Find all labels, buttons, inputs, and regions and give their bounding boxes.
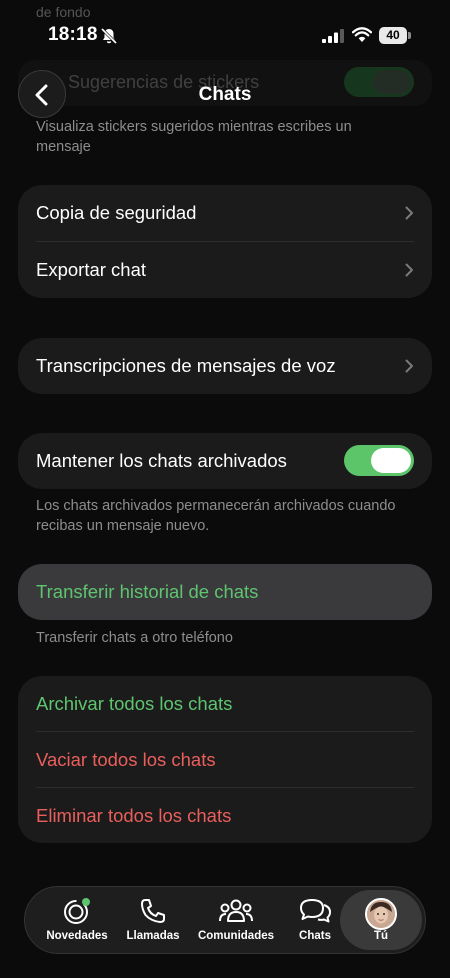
transfer-history-card: Transferir historial de chats: [18, 564, 432, 620]
delete-all-label: Eliminar todos los chats: [36, 805, 232, 826]
page-title: Chats: [198, 84, 252, 105]
silent-bell-icon: [100, 27, 118, 45]
chat-actions-card: Archivar todos los chats Vaciar todos lo…: [18, 676, 432, 843]
clear-all-label: Vaciar todos los chats: [36, 749, 216, 770]
voice-transcriptions-label: Transcripciones de mensajes de voz: [36, 355, 336, 376]
chats-icon: [300, 899, 331, 923]
transfer-history-row[interactable]: Transferir historial de chats: [18, 564, 432, 620]
status-time: 18:18: [48, 24, 98, 45]
avatar: [365, 898, 397, 930]
keep-archived-toggle[interactable]: [344, 445, 414, 476]
tab-bar: Novedades Llamadas Comunidades Chats Tú: [24, 886, 426, 954]
tab-label: Tú: [373, 930, 389, 942]
sticker-suggestions-description: Visualiza stickers sugeridos mientras es…: [36, 119, 352, 155]
keep-archived-label: Mantener los chats archivados: [36, 450, 287, 471]
tab-label: Chats: [299, 930, 331, 942]
voice-transcriptions-card: Transcripciones de mensajes de voz: [18, 338, 432, 394]
export-chat-row[interactable]: Exportar chat: [18, 242, 432, 298]
voice-transcriptions-row[interactable]: Transcripciones de mensajes de voz: [18, 338, 432, 394]
battery-level: 40: [379, 27, 407, 44]
tab-label: Comunidades: [197, 930, 275, 942]
archive-all-label: Archivar todos los chats: [36, 693, 233, 714]
transfer-history-description: Transferir chats a otro teléfono: [36, 630, 233, 646]
clear-all-row[interactable]: Vaciar todos los chats: [18, 732, 432, 788]
toggle-knob: [371, 448, 411, 473]
chevron-right-icon: [405, 359, 413, 373]
transfer-history-label: Transferir historial de chats: [36, 581, 259, 602]
keep-archived-card: Mantener los chats archivados: [18, 433, 432, 489]
tab-llamadas[interactable]: Llamadas: [119, 887, 187, 955]
archive-all-row[interactable]: Archivar todos los chats: [18, 676, 432, 732]
chevron-right-icon: [405, 206, 413, 220]
backup-export-card: Copia de seguridad Exportar chat: [18, 185, 432, 298]
keep-archived-description: Los chats archivados permanecerán archiv…: [36, 498, 396, 534]
backup-label: Copia de seguridad: [36, 202, 197, 223]
communities-icon: [219, 899, 253, 922]
chevron-right-icon: [405, 263, 413, 277]
tab-comunidades[interactable]: Comunidades: [191, 887, 281, 955]
status-icon: [64, 898, 90, 924]
settings-screen: de fondo Sugerencias de stickers 18:18 4…: [0, 0, 450, 978]
export-chat-label: Exportar chat: [36, 259, 147, 280]
tab-tu[interactable]: Tú: [340, 890, 422, 950]
delete-all-row[interactable]: Eliminar todos los chats: [18, 788, 432, 843]
status-bar: 18:18 40: [0, 0, 450, 60]
cellular-signal-icon: [322, 29, 344, 43]
tab-novedades[interactable]: Novedades: [39, 887, 115, 955]
tab-chats[interactable]: Chats: [285, 887, 345, 955]
phone-icon: [141, 899, 165, 923]
tab-label: Llamadas: [126, 930, 180, 942]
profile-photo: [367, 900, 395, 928]
battery-icon: 40: [379, 27, 411, 44]
backup-row[interactable]: Copia de seguridad: [18, 185, 432, 241]
tab-label: Novedades: [46, 930, 108, 942]
wifi-icon: [352, 27, 372, 42]
keep-archived-row: Mantener los chats archivados: [18, 433, 432, 489]
